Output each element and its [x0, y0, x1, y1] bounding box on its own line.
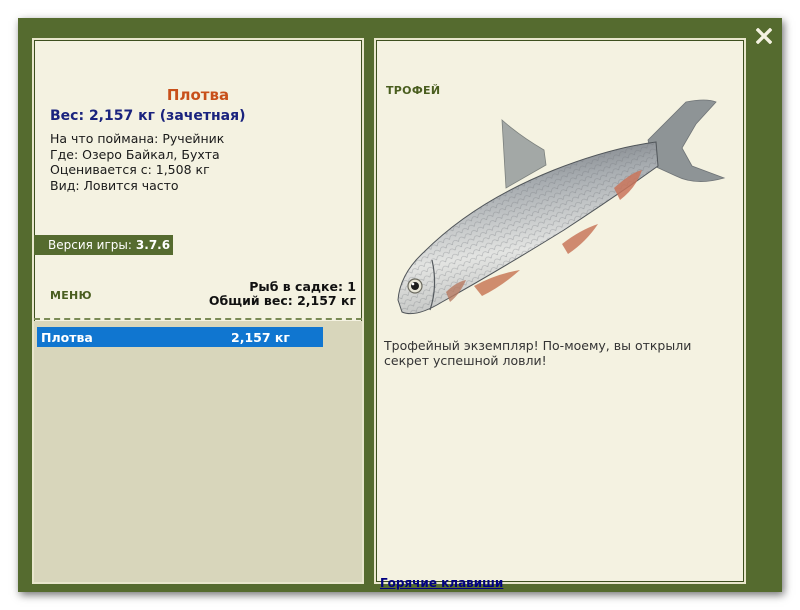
close-button[interactable] — [754, 26, 774, 46]
trophy-message: Трофейный экземпляр! По-моему, вы открыл… — [384, 338, 692, 368]
fish-name-title: Плотва — [166, 86, 230, 104]
tail-fin — [647, 99, 726, 182]
close-icon — [756, 28, 772, 44]
menu-button[interactable]: МЕНЮ — [50, 289, 92, 302]
bait-detail: На что поймана: Ручейник — [50, 131, 225, 146]
location-detail: Где: Озеро Байкал, Бухта — [50, 146, 220, 162]
version-number: 3.7.6 — [135, 238, 171, 252]
anal-fin — [562, 224, 598, 254]
catch-list-item[interactable]: Плотва 2,157 кг — [37, 327, 323, 347]
catch-info-panel: Плотва Вес: 2,157 кг (зачетная) На что п… — [32, 38, 364, 584]
roach-fish-image — [397, 99, 726, 315]
keepnet-total-weight: Общий вес: 2,157 кг — [208, 293, 356, 308]
version-label: Версия игры: — [48, 238, 132, 252]
catch-item-name: Плотва — [41, 330, 93, 345]
trophy-panel: ТРОФЕЙ Трофейный экземпляр! По-моему, вы… — [374, 38, 746, 590]
catch-list: Плотва 2,157 кг — [34, 321, 362, 582]
fishing-result-window: Плотва Вес: 2,157 кг (зачетная) На что п… — [18, 18, 782, 592]
keepnet-count: Рыб в садке: 1 — [249, 279, 356, 294]
species-frequency-detail: Вид: Ловится часто — [50, 177, 179, 193]
rated-from-detail: Оценивается с: 1,508 кг — [50, 162, 210, 177]
keepnet-stats: Рыб в садке: 1 Общий вес: 2,157 кг — [209, 280, 356, 308]
catch-item-weight: 2,157 кг — [231, 330, 290, 345]
hotkeys-link[interactable]: Горячие клавиши — [380, 576, 503, 590]
game-version-badge: Версия игры: 3.7.6 — [34, 235, 173, 255]
fish-weight-line: Вес: 2,157 кг (зачетная) — [50, 108, 246, 124]
catch-details: На что поймана: Ручейник Где: Озеро Байк… — [50, 131, 224, 193]
dashed-divider — [34, 318, 362, 320]
